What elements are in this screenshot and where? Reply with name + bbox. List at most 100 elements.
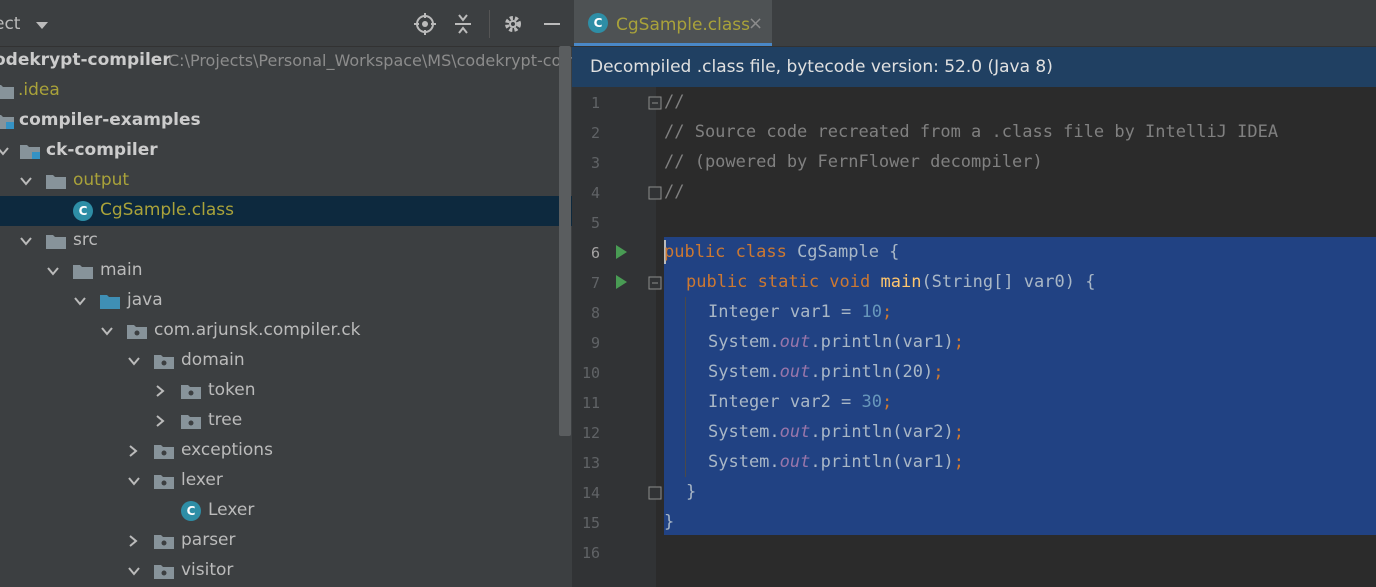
static-field: out xyxy=(779,452,811,472)
semicolon: ; xyxy=(953,422,964,442)
tree-row-tree[interactable]: tree xyxy=(0,406,572,436)
chevron-right-icon[interactable] xyxy=(126,534,140,548)
code-line-8[interactable]: Integer var1 = 10; xyxy=(708,302,892,322)
chevron-down-icon[interactable] xyxy=(127,474,141,488)
code-line-10[interactable]: System.out.println(20); xyxy=(708,362,943,382)
code-line-14[interactable]: } xyxy=(686,482,696,502)
collapse-all-icon[interactable] xyxy=(450,11,476,37)
tree-row-cgsample-class[interactable]: C CgSample.class xyxy=(0,196,572,226)
line-number: 10 xyxy=(581,364,600,382)
tree-label: lexer xyxy=(181,470,223,490)
chevron-down-icon[interactable] xyxy=(0,144,10,158)
tree-row-lexer[interactable]: lexer xyxy=(0,466,572,496)
static-field: out xyxy=(779,422,811,442)
code-line-2[interactable]: // Source code recreated from a .class f… xyxy=(664,122,1278,142)
chevron-down-icon[interactable] xyxy=(127,354,141,368)
project-panel: ect odekrypt-compiler C:\Projects\Person… xyxy=(0,0,572,587)
tree-label: compiler-examples xyxy=(19,110,201,130)
tree-label: java xyxy=(127,290,163,310)
tree-row-lexer-class[interactable]: C Lexer xyxy=(0,496,572,526)
method-name: main xyxy=(880,272,922,292)
close-icon[interactable]: × xyxy=(748,13,763,34)
code-line-9[interactable]: System.out.println(var1); xyxy=(708,332,964,352)
tree-label: main xyxy=(100,260,143,280)
tree-row-package-ck[interactable]: com.arjunsk.compiler.ck xyxy=(0,316,572,346)
package-icon xyxy=(181,415,201,429)
static-field: out xyxy=(779,332,811,352)
chevron-down-icon[interactable] xyxy=(100,324,114,338)
keyword: public static void xyxy=(686,272,871,292)
hide-panel-icon[interactable] xyxy=(539,11,565,37)
line-number: 16 xyxy=(581,544,600,562)
code-text: .println xyxy=(810,452,893,472)
code-line-13[interactable]: System.out.println(var1); xyxy=(708,452,964,472)
tree-label: output xyxy=(73,170,130,190)
line-number: 2 xyxy=(590,124,600,142)
fold-icon[interactable] xyxy=(648,276,662,290)
code-text: System. xyxy=(708,332,780,352)
tree-row-main[interactable]: main xyxy=(0,256,572,286)
class-file-icon: C xyxy=(588,13,608,33)
tree-scrollbar[interactable] xyxy=(559,46,571,436)
tree-row-visitor[interactable]: visitor xyxy=(0,556,572,586)
tree-row-ck-compiler[interactable]: ck-compiler xyxy=(0,136,572,166)
chevron-down-icon[interactable] xyxy=(73,294,87,308)
chevron-down-icon[interactable] xyxy=(19,234,33,248)
code-line-1[interactable]: // xyxy=(664,92,684,112)
semicolon: ; xyxy=(882,392,893,412)
tab-cgsample-class[interactable]: C CgSample.class × xyxy=(574,0,772,46)
line-number: 5 xyxy=(590,214,600,232)
code-line-12[interactable]: System.out.println(var2); xyxy=(708,422,964,442)
code-line-6[interactable]: public class CgSample { xyxy=(664,242,899,262)
tree-row-exceptions[interactable]: exceptions xyxy=(0,436,572,466)
semicolon: ; xyxy=(882,302,893,322)
class-icon: C xyxy=(181,501,201,521)
code-text: CgSample { xyxy=(786,242,900,262)
tree-label: token xyxy=(208,380,256,400)
code-text: (var2) xyxy=(892,422,954,442)
chevron-down-icon[interactable] xyxy=(46,264,60,278)
chevron-down-icon[interactable] xyxy=(127,564,141,578)
tree-row-output[interactable]: output xyxy=(0,166,572,196)
locate-file-icon[interactable] xyxy=(412,11,438,37)
chevron-down-icon[interactable] xyxy=(36,22,48,29)
class-file-icon: C xyxy=(73,201,93,221)
code-line-3[interactable]: // (powered by FernFlower decompiler) xyxy=(664,152,1043,172)
package-icon xyxy=(154,355,174,369)
run-icon[interactable] xyxy=(616,275,627,289)
code-line-7[interactable]: public static void main(String[] var0) { xyxy=(686,272,1095,292)
indent-guide xyxy=(685,297,686,477)
code-line-15[interactable]: } xyxy=(664,512,674,532)
code-text: .println xyxy=(810,362,893,382)
tree-row-token[interactable]: token xyxy=(0,376,572,406)
tree-row-java[interactable]: java xyxy=(0,286,572,316)
line-number: 15 xyxy=(581,514,600,532)
fold-icon[interactable] xyxy=(648,96,662,110)
line-number: 3 xyxy=(590,154,600,172)
chevron-right-icon[interactable] xyxy=(153,384,167,398)
package-icon xyxy=(154,535,174,549)
chevron-right-icon[interactable] xyxy=(153,414,167,428)
line-number: 8 xyxy=(590,304,600,322)
code-line-11[interactable]: Integer var2 = 30; xyxy=(708,392,892,412)
line-number: 4 xyxy=(590,184,600,202)
decompiled-banner: Decompiled .class file, bytecode version… xyxy=(572,47,1376,87)
chevron-right-icon[interactable] xyxy=(126,444,140,458)
run-icon[interactable] xyxy=(616,245,627,259)
gear-icon[interactable] xyxy=(500,11,526,37)
tree-row-domain[interactable]: domain xyxy=(0,346,572,376)
tree-row-parser[interactable]: parser xyxy=(0,526,572,556)
tree-label: exceptions xyxy=(181,440,273,460)
project-view-selector[interactable]: ect xyxy=(0,14,20,34)
fold-end-icon[interactable] xyxy=(648,486,662,500)
tree-row-compiler-examples[interactable]: compiler-examples xyxy=(0,106,572,136)
line-number: 14 xyxy=(581,484,600,502)
tree-row-idea[interactable]: .idea xyxy=(0,76,572,106)
tree-row-codekrypt-compiler[interactable]: odekrypt-compiler C:\Projects\Personal_W… xyxy=(0,46,572,76)
number-literal: 10 xyxy=(861,302,883,322)
code-line-4[interactable]: // xyxy=(664,182,684,202)
semicolon: ; xyxy=(933,362,944,382)
fold-end-icon[interactable] xyxy=(648,186,662,200)
chevron-down-icon[interactable] xyxy=(19,174,33,188)
tree-row-src[interactable]: src xyxy=(0,226,572,256)
